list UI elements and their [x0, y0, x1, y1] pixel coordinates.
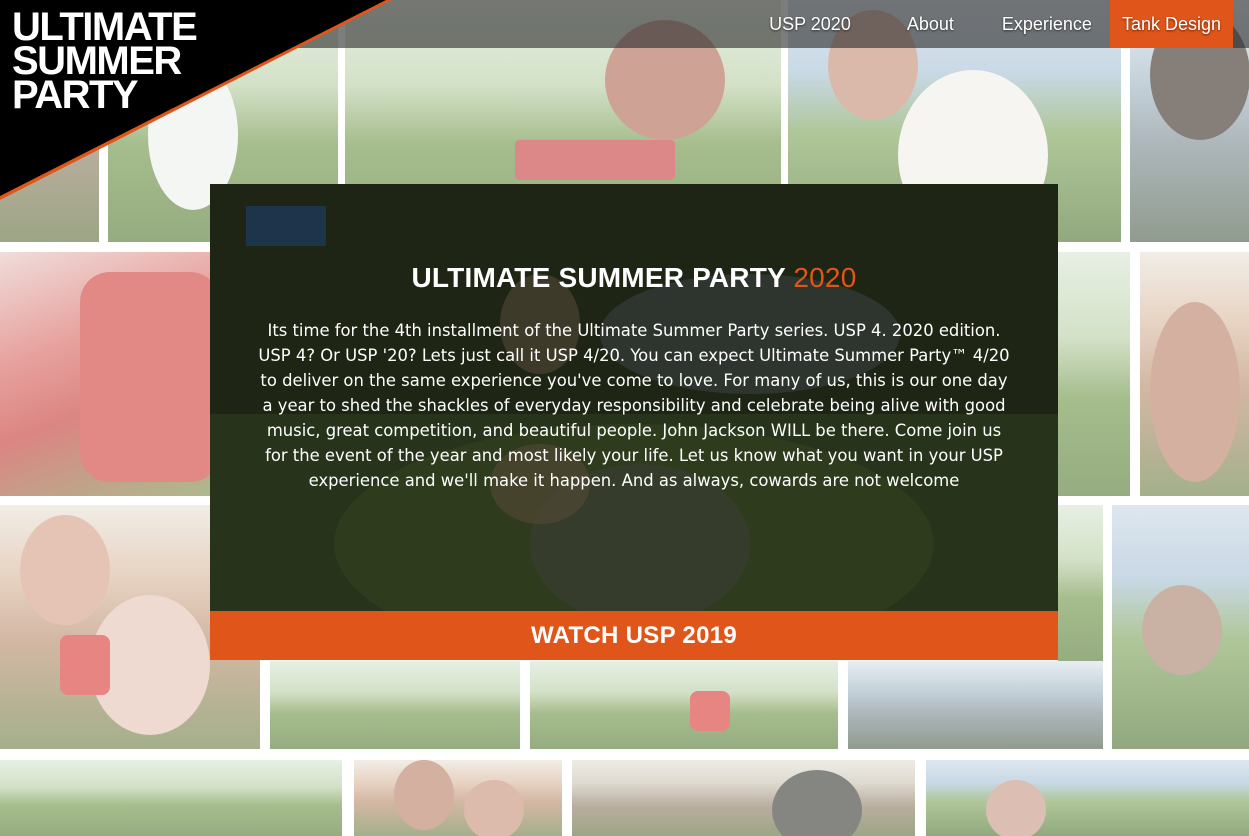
collage-photo [0, 760, 342, 836]
collage-photo [926, 760, 1249, 836]
logo-line: PARTY [12, 73, 139, 117]
brand-corner: ULTIMATE SUMMER PARTY [0, 0, 392, 200]
hero-title-year: 2020 [793, 262, 857, 293]
collage-photo [1112, 505, 1249, 749]
collage-photo [1140, 252, 1249, 496]
nav-item-experience[interactable]: Experience [984, 0, 1110, 48]
collage-photo [0, 252, 210, 496]
collage-photo [572, 760, 915, 836]
nav-item-usp-2020[interactable]: USP 2020 [751, 0, 869, 48]
nav-item-about[interactable]: About [889, 0, 972, 48]
collage-photo [848, 661, 1103, 749]
hero-title-text: ULTIMATE SUMMER PARTY [411, 262, 786, 293]
nav-item-tank-design[interactable]: Tank Design [1109, 0, 1233, 48]
collage-photo [530, 661, 838, 749]
collage-photo [1058, 252, 1130, 496]
collage-photo [270, 661, 520, 749]
hero-title: ULTIMATE SUMMER PARTY 2020 [210, 262, 1058, 294]
hero-description: Its time for the 4th installment of the … [258, 321, 1010, 490]
hero-card: ULTIMATE SUMMER PARTY 2020 Its time for … [210, 184, 1058, 611]
site-logo[interactable]: ULTIMATE SUMMER PARTY [12, 7, 198, 117]
collage-photo [1058, 505, 1103, 661]
collage-photo [354, 760, 562, 836]
main-nav: USP 2020 About Experience Tank Design [739, 0, 1233, 48]
watch-usp-2019-button[interactable]: WATCH USP 2019 [210, 611, 1058, 660]
